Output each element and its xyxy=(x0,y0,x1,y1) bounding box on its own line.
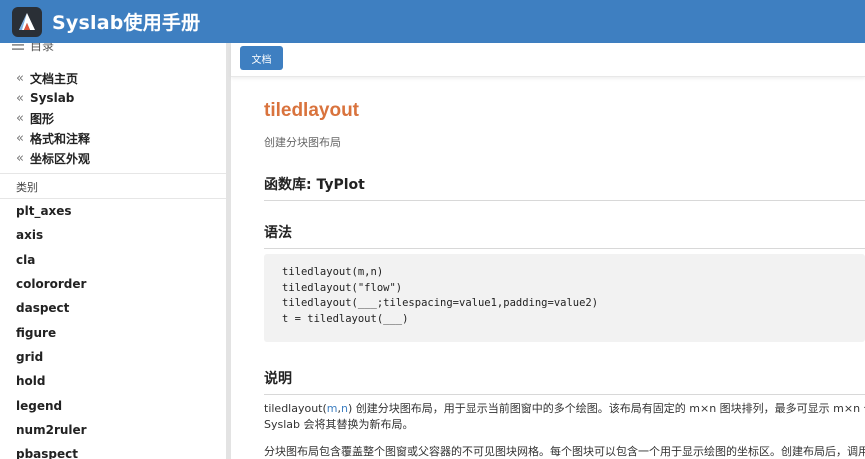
sidebar-item-hold[interactable]: hold xyxy=(16,369,87,393)
toc-header[interactable]: 目录 xyxy=(12,43,54,53)
sidebar-item-cla[interactable]: cla xyxy=(16,248,87,272)
category-label: 类别 xyxy=(16,181,38,194)
breadcrumb-label: Syslab xyxy=(29,91,75,105)
sidebar-item-plt-axes[interactable]: plt_axes xyxy=(16,199,87,223)
breadcrumb-format-annotation[interactable]: « 格式和注释 xyxy=(16,128,90,148)
sidebar-item-colororder[interactable]: colororder xyxy=(16,272,87,296)
sidebar-item-figure[interactable]: figure xyxy=(16,320,87,344)
description-heading: 说明 xyxy=(264,368,865,395)
code-line: t = tiledlayout(___) xyxy=(282,312,409,325)
code-line: tiledlayout(m,n) xyxy=(282,266,384,278)
sidebar-resize-handle[interactable] xyxy=(226,43,231,459)
double-chevron-left-icon: « xyxy=(16,90,24,106)
page-subtitle: 创建分块图布局 xyxy=(264,136,341,149)
code-line: tiledlayout(___;tilespacing=value1,paddi… xyxy=(282,297,599,309)
sidebar-item-legend[interactable]: legend xyxy=(16,393,87,417)
breadcrumb-graphics[interactable]: « 图形 xyxy=(16,108,90,128)
breadcrumb-label: 格式和注释 xyxy=(29,131,90,146)
sidebar-item-pbaspect[interactable]: pbaspect xyxy=(16,442,87,459)
breadcrumb-label: 坐标区外观 xyxy=(29,151,90,166)
description-text: tiledlayout( xyxy=(264,402,327,415)
double-chevron-left-icon: « xyxy=(16,70,24,86)
double-chevron-left-icon: « xyxy=(16,130,24,146)
description-text: ) 创建分块图布局，用于显示当前图窗中的多个绘图。该布局有固定的 m×n 图块排… xyxy=(348,402,865,415)
double-chevron-left-icon: « xyxy=(16,110,24,126)
sidebar-item-num2ruler[interactable]: num2ruler xyxy=(16,418,87,442)
code-line: tiledlayout("flow") xyxy=(282,281,403,294)
sidebar-item-daspect[interactable]: daspect xyxy=(16,296,87,320)
double-chevron-left-icon: « xyxy=(16,150,24,166)
function-list: plt_axes axis cla colororder daspect fig… xyxy=(16,199,87,459)
toolbar: 文档 xyxy=(231,43,865,77)
sidebar-item-axis[interactable]: axis xyxy=(16,223,87,247)
breadcrumb-syslab[interactable]: « Syslab xyxy=(16,88,90,108)
syntax-heading: 语法 xyxy=(264,222,865,249)
breadcrumb-axes-appearance[interactable]: « 坐标区外观 xyxy=(16,148,90,168)
breadcrumb-label: 图形 xyxy=(29,111,54,126)
app-header: Syslab使用手册 xyxy=(0,0,865,43)
description-text: Syslab 会将其替换为新布局。 xyxy=(264,417,414,431)
toc-menu-icon xyxy=(12,44,24,50)
breadcrumb-home[interactable]: « 文档主页 xyxy=(16,68,90,88)
description-paragraph-1: tiledlayout(m,n) 创建分块图布局，用于显示当前图窗中的多个绘图。… xyxy=(264,401,865,432)
syntax-code-block: tiledlayout(m,n) tiledlayout("flow") til… xyxy=(264,254,865,342)
sidebar-divider xyxy=(0,173,226,174)
app-title: Syslab使用手册 xyxy=(52,12,201,34)
main-content: tiledlayout 创建分块图布局 函数库: TyPlot 语法 tiled… xyxy=(264,78,865,459)
page-title: tiledlayout xyxy=(264,100,360,121)
syslab-logo-icon[interactable] xyxy=(12,6,42,37)
sidebar-item-grid[interactable]: grid xyxy=(16,345,87,369)
description-paragraph-2: 分块图布局包含覆盖整个图窗或父容器的不可见图块网格。每个图块可以包含一个用于显示… xyxy=(264,445,865,458)
doc-button[interactable]: 文档 xyxy=(240,46,283,70)
breadcrumb-label: 文档主页 xyxy=(29,71,78,86)
toc-label: 目录 xyxy=(30,43,55,53)
sidebar: 目录 « 文档主页 « Syslab « 图形 « 格式和注释 « 坐标区外观 类别 pl… xyxy=(0,43,226,459)
breadcrumb: « 文档主页 « Syslab « 图形 « 格式和注释 « 坐标区外观 xyxy=(16,68,90,168)
param-link-m[interactable]: m xyxy=(327,402,338,415)
library-heading: 函数库: TyPlot xyxy=(264,174,865,201)
param-link-n[interactable]: n xyxy=(341,402,348,415)
